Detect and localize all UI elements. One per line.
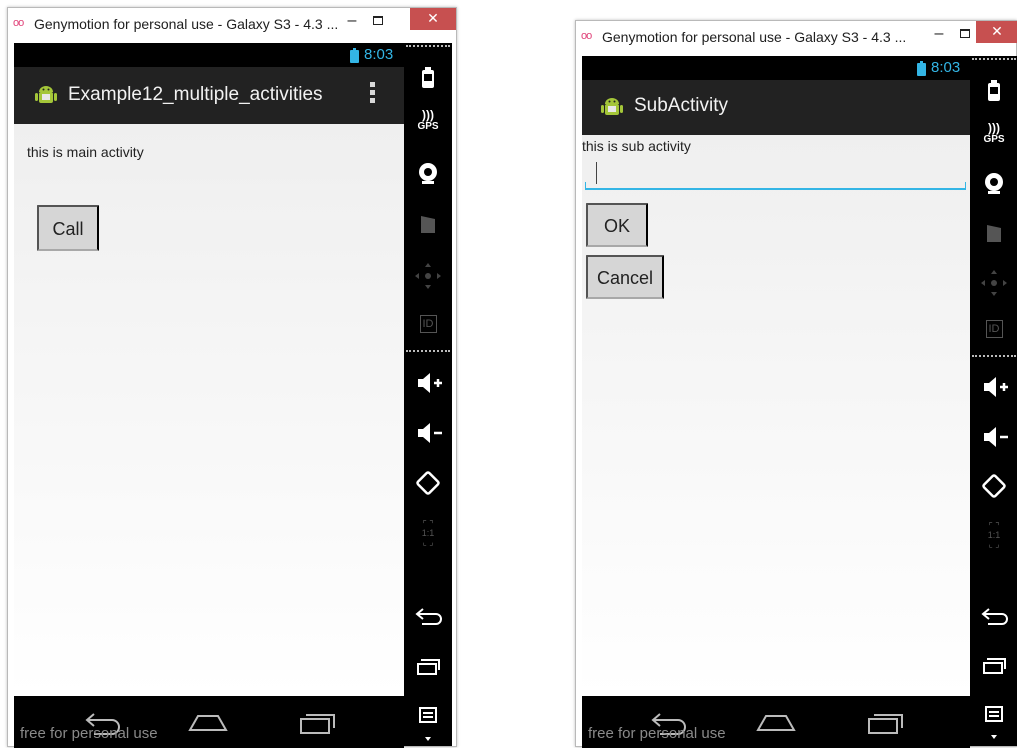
navigation-bar: free for personal use — [14, 696, 404, 748]
battery-icon — [917, 61, 926, 76]
ok-button[interactable]: OK — [586, 203, 648, 247]
nav-home-icon[interactable] — [754, 710, 798, 734]
activity-content: this is sub activity OK Cancel — [582, 135, 970, 696]
scale-icon[interactable]: ⌜ ⌝ 1:1 ⌞ ⌟ — [970, 522, 1017, 549]
watermark-text: free for personal use — [588, 725, 726, 742]
genymotion-toolbar: ))) GPS ID ⌜ ⌝ 1:1 ⌞ ⌟ — [970, 56, 1017, 746]
app-title: Example12_multiple_activities — [68, 84, 323, 105]
app-title: SubActivity — [634, 95, 728, 116]
id-icon[interactable]: ID — [970, 319, 1017, 343]
close-button[interactable]: ✕ — [976, 21, 1017, 43]
action-bar: SubActivity — [582, 80, 970, 135]
maximize-icon — [960, 29, 970, 38]
scroll-down-icon[interactable] — [970, 731, 1017, 743]
nav-recent-apps-icon[interactable] — [298, 710, 338, 736]
battery-icon — [350, 48, 359, 63]
status-time: 8:03 — [931, 59, 961, 76]
webcam-icon[interactable] — [404, 161, 452, 187]
battery-icon[interactable] — [970, 78, 1017, 104]
toolbar-separator — [972, 355, 1016, 357]
emulator-window-main: oo Genymotion for personal use - Galaxy … — [7, 7, 457, 748]
battery-icon[interactable] — [404, 65, 452, 91]
action-bar: Example12_multiple_activities — [14, 67, 404, 124]
android-app-icon[interactable] — [600, 95, 624, 119]
close-button[interactable]: ✕ — [410, 8, 456, 30]
id-icon[interactable]: ID — [404, 314, 452, 338]
minimize-button[interactable]: – — [341, 12, 363, 32]
navigation-bar: free for personal use — [582, 696, 970, 748]
genymotion-logo-icon: oo — [13, 17, 24, 29]
nav-recent-apps-icon[interactable] — [866, 710, 906, 736]
window-title-bar[interactable]: oo Genymotion for personal use - Galaxy … — [8, 8, 456, 40]
back-icon[interactable] — [970, 606, 1017, 626]
toolbar-separator — [406, 350, 450, 352]
genymotion-logo-icon: oo — [581, 30, 592, 42]
status-time: 8:03 — [364, 46, 394, 63]
nav-home-icon[interactable] — [186, 710, 230, 734]
android-app-icon[interactable] — [34, 83, 58, 107]
overflow-menu-icon[interactable] — [370, 82, 376, 106]
minimize-button[interactable]: – — [928, 25, 950, 45]
activity-content: this is main activity Call — [14, 124, 404, 696]
status-bar: 8:03 — [582, 56, 970, 80]
volume-down-icon[interactable] — [404, 420, 452, 446]
toolbar-separator — [972, 58, 1016, 60]
volume-down-icon[interactable] — [970, 424, 1017, 450]
menu-icon[interactable] — [404, 705, 452, 725]
gps-icon[interactable]: ))) GPS — [404, 109, 452, 140]
gps-icon[interactable]: ))) GPS — [970, 122, 1017, 153]
rotate-icon[interactable] — [404, 468, 452, 498]
emulator-window-sub: oo Genymotion for personal use - Galaxy … — [575, 20, 1017, 748]
movie-icon[interactable] — [970, 222, 1017, 246]
recent-apps-icon[interactable] — [970, 656, 1017, 676]
genymotion-toolbar: ))) GPS ID ⌜ ⌝ 1:1 ⌞ ⌟ — [404, 43, 452, 746]
phone-screen: 8:03 Example12_multiple_activities this … — [14, 43, 404, 748]
watermark-text: free for personal use — [20, 725, 158, 742]
maximize-icon — [373, 16, 383, 25]
movie-icon[interactable] — [404, 213, 452, 237]
dpad-icon[interactable] — [970, 268, 1017, 298]
scroll-down-icon[interactable] — [404, 733, 452, 745]
maximize-button[interactable] — [367, 12, 389, 32]
window-title-bar[interactable]: oo Genymotion for personal use - Galaxy … — [576, 21, 1017, 53]
call-button[interactable]: Call — [37, 205, 99, 251]
cancel-button[interactable]: Cancel — [586, 255, 664, 299]
maximize-button[interactable] — [954, 25, 976, 45]
toolbar-separator — [406, 45, 450, 47]
recent-apps-icon[interactable] — [404, 657, 452, 677]
window-title: Genymotion for personal use - Galaxy S3 … — [602, 29, 907, 45]
dpad-icon[interactable] — [404, 261, 452, 291]
window-title: Genymotion for personal use - Galaxy S3 … — [34, 16, 339, 32]
scale-icon[interactable]: ⌜ ⌝ 1:1 ⌞ ⌟ — [404, 520, 452, 547]
rotate-icon[interactable] — [970, 471, 1017, 501]
text-cursor — [596, 162, 597, 184]
text-input[interactable] — [585, 158, 966, 190]
back-icon[interactable] — [404, 606, 452, 626]
volume-up-icon[interactable] — [404, 370, 452, 396]
activity-label: this is main activity — [27, 144, 144, 160]
activity-label: this is sub activity — [582, 138, 691, 154]
webcam-icon[interactable] — [970, 171, 1017, 197]
phone-screen: 8:03 SubActivity this is sub activity OK… — [582, 56, 970, 748]
volume-up-icon[interactable] — [970, 374, 1017, 400]
menu-icon[interactable] — [970, 704, 1017, 724]
status-bar: 8:03 — [14, 43, 404, 67]
